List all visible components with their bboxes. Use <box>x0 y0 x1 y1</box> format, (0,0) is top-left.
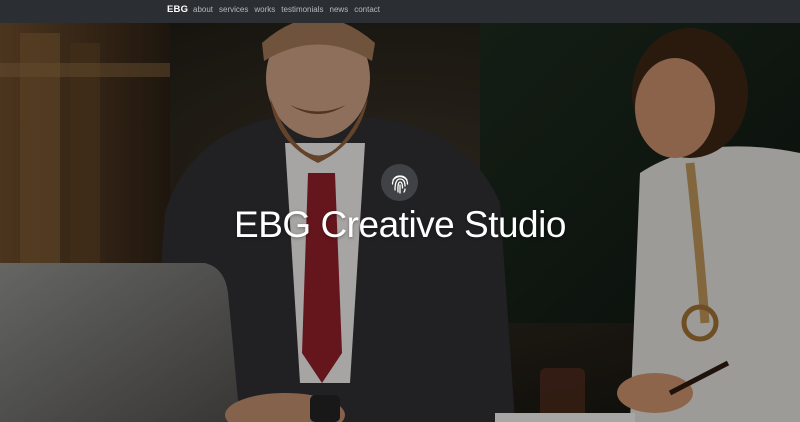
nav-links: about services works testimonials news c… <box>193 5 386 14</box>
nav-link-news[interactable]: news <box>330 5 349 14</box>
top-navbar: EBG about services works testimonials ne… <box>0 0 800 23</box>
nav-link-works[interactable]: works <box>254 5 275 14</box>
nav-link-about[interactable]: about <box>193 5 213 14</box>
nav-link-services[interactable]: services <box>219 5 248 14</box>
hero-title: EBG Creative Studio <box>234 204 566 245</box>
nav-link-contact[interactable]: contact <box>354 5 380 14</box>
fingerprint-icon <box>381 164 418 201</box>
nav-link-testimonials[interactable]: testimonials <box>281 5 323 14</box>
brand-logo[interactable]: EBG <box>167 4 188 15</box>
